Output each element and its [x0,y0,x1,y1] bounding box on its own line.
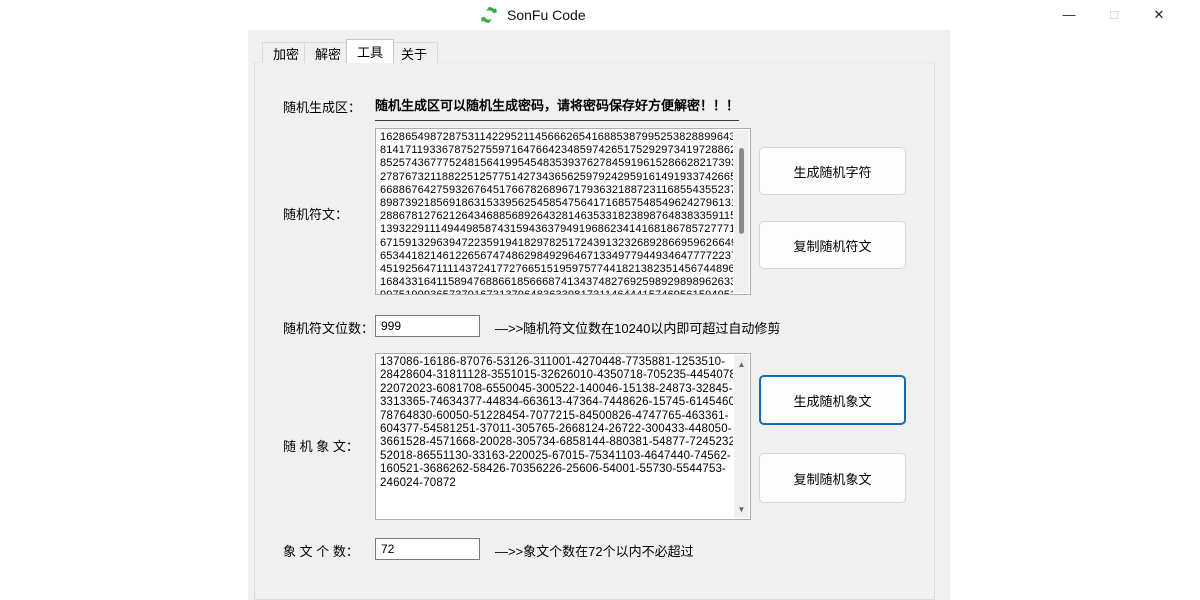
window-title: SonFu Code [507,7,586,23]
count-input[interactable] [375,538,480,560]
generate-rune-button-label: 生成随机字符 [793,162,871,181]
tab-about-label: 关于 [401,44,427,63]
pictograph-label: 随 机 象 文： [283,436,359,455]
section-note: 随机生成区可以随机生成密码，请将密码保存好方便解密！！！ [375,95,739,121]
app-logo-icon [479,5,499,25]
copy-rune-button-label: 复制随机符文 [793,236,871,255]
close-button[interactable]: ✕ [1137,0,1181,29]
copy-pictograph-button-label: 复制随机象文 [793,469,871,488]
rune-length-input[interactable] [375,315,480,337]
pictograph-scrollbar[interactable]: ▲ ▼ [734,355,749,518]
copy-rune-button[interactable]: 复制随机符文 [759,221,906,269]
tab-encrypt[interactable]: 加密 [262,42,310,63]
rune-label: 随机符文： [283,204,348,223]
rune-scrollbar[interactable] [734,130,749,293]
pictograph-textarea-content: 137086-16186-87076-53126-311001-4270448-… [380,356,733,519]
tab-decrypt[interactable]: 解密 [304,42,352,63]
rune-length-hint: —>>随机符文位数在10240以内即可超过自动修剪 [495,318,780,337]
section-label: 随机生成区： [283,97,361,116]
tab-encrypt-label: 加密 [273,44,299,63]
generate-rune-button[interactable]: 生成随机字符 [759,147,906,195]
minimize-button[interactable]: — [1047,0,1091,29]
pictograph-textarea[interactable]: 137086-16186-87076-53126-311001-4270448-… [375,353,751,520]
scroll-up-icon[interactable]: ▲ [734,357,749,371]
title-bar[interactable]: SonFu Code — □ ✕ [232,0,950,30]
tab-tools-label: 工具 [357,42,383,61]
copy-pictograph-button[interactable]: 复制随机象文 [759,453,906,503]
tab-about[interactable]: 关于 [390,42,438,63]
count-label: 象 文 个 数： [283,541,359,560]
screenshot-stage: SonFu Code — □ ✕ 加密 解密 工具 关于 随机生成区： 随机生成… [0,0,1200,600]
count-hint: —>>象文个数在72个以内不必超过 [495,541,694,560]
scroll-down-icon[interactable]: ▼ [734,502,749,516]
rune-textarea[interactable]: 1628654987287531142295211456662654168853… [375,128,751,295]
rune-textarea-content: 1628654987287531142295211456662654168853… [380,131,733,294]
tab-tools[interactable]: 工具 [346,39,394,63]
tab-decrypt-label: 解密 [315,44,341,63]
rune-scrollbar-thumb[interactable] [739,148,744,234]
maximize-button[interactable]: □ [1092,0,1136,29]
generate-pictograph-button-label: 生成随机象文 [793,391,871,410]
generate-pictograph-button[interactable]: 生成随机象文 [759,375,906,425]
rune-length-label: 随机符文位数： [283,318,374,337]
